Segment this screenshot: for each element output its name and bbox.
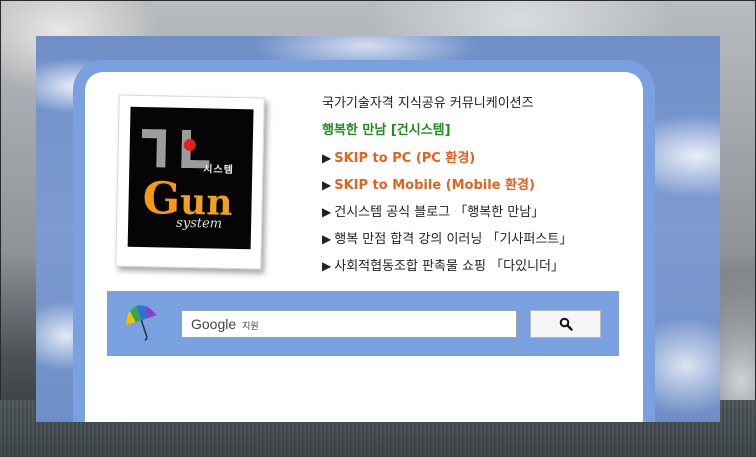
blog-link[interactable]: ▶ 건시스템 공식 블로그 「행복한 만남」 (322, 204, 642, 231)
skip-to-pc-text[interactable]: SKIP to PC (PC 환경) (334, 151, 475, 166)
elearning-link[interactable]: ▶ 행복 만점 합격 강의 이러닝 「기사퍼스트」 (322, 231, 642, 258)
umbrella-icon (126, 305, 157, 341)
gunsystem-logo-photo[interactable]: 시스템 Gun system (115, 94, 265, 270)
shopping-link-text[interactable]: 사회적협동조합 판촉물 쇼핑 「다있니더」 (334, 259, 564, 274)
search-box[interactable]: Google 지원 (181, 310, 517, 338)
logo-sys-text: 시스템 (203, 164, 234, 176)
search-button[interactable] (530, 310, 601, 338)
google-brand-sub: 지원 (242, 321, 259, 332)
magnifier-icon (559, 317, 573, 331)
arrow-icon: ▶ (322, 259, 332, 273)
link-list: 국가기술자격 지식공유 커뮤니케이션즈 행복한 만남 [건시스템] ▶ SKIP … (322, 96, 642, 285)
google-brand: Google (191, 316, 237, 332)
logo-image: 시스템 Gun system (127, 106, 254, 250)
site-title-link[interactable]: 행복한 만남 [건시스템] (322, 123, 642, 150)
arrow-icon: ▶ (322, 178, 332, 192)
site-title-text[interactable]: 행복한 만남 [건시스템] (322, 123, 451, 138)
shopping-link[interactable]: ▶ 사회적협동조합 판촉물 쇼핑 「다있니더」 (322, 258, 642, 285)
arrow-icon: ▶ (322, 205, 332, 219)
elearning-link-text[interactable]: 행복 만점 합격 강의 이러닝 「기사퍼스트」 (334, 232, 572, 247)
arrow-icon: ▶ (322, 232, 332, 246)
site-tagline: 국가기술자격 지식공유 커뮤니케이션즈 (322, 96, 534, 111)
blog-link-text[interactable]: 건시스템 공식 블로그 「행복한 만남」 (334, 205, 544, 220)
skip-to-pc-link[interactable]: ▶ SKIP to PC (PC 환경) (322, 150, 642, 177)
skip-to-mobile-link[interactable]: ▶ SKIP to Mobile (Mobile 환경) (322, 177, 642, 204)
arrow-icon: ▶ (322, 151, 332, 165)
skip-to-mobile-text[interactable]: SKIP to Mobile (Mobile 환경) (334, 178, 535, 193)
logo-system-text: system (175, 215, 223, 232)
search-input[interactable] (264, 312, 516, 336)
